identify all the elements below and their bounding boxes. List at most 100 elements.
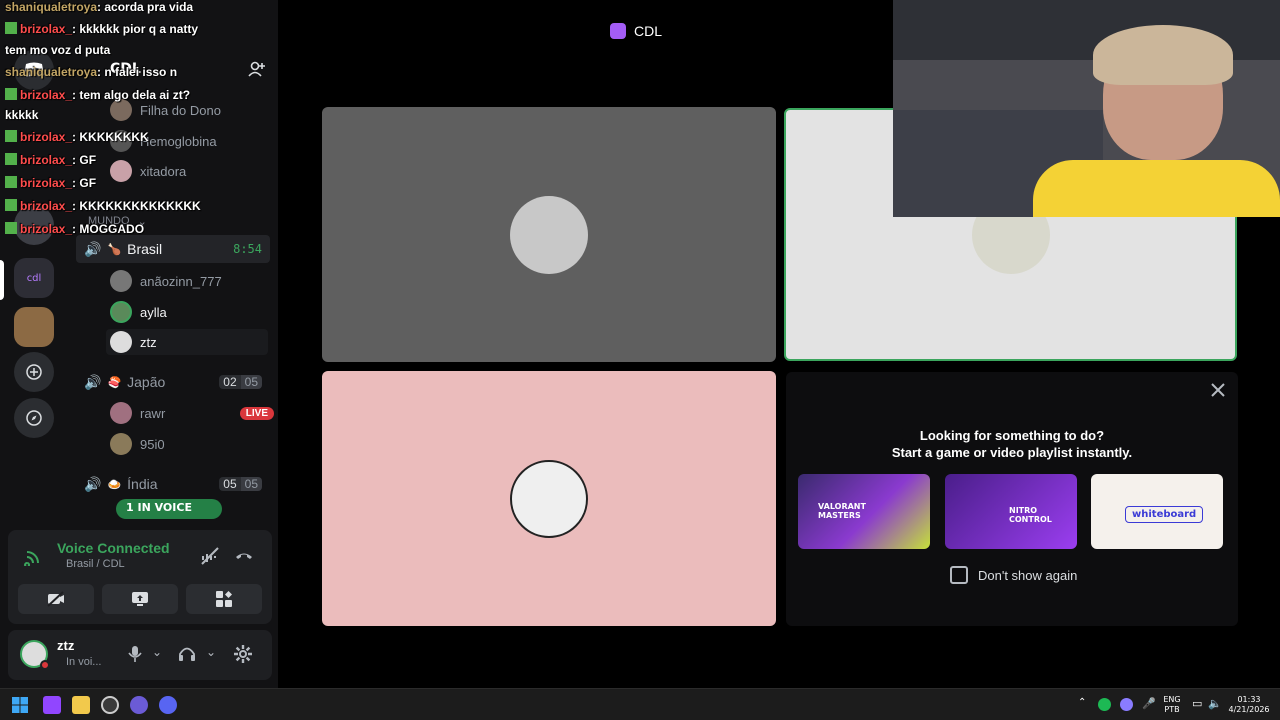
- avatar: [110, 99, 132, 121]
- selected-server-indicator: [0, 260, 4, 300]
- voice-member[interactable]: 95i0: [110, 431, 165, 457]
- avatar: [110, 433, 132, 455]
- signal-icon[interactable]: [24, 546, 44, 566]
- obs-icon[interactable]: [101, 696, 119, 714]
- voice-channel-brasil[interactable]: 🔊 🍗 Brasil 8:54: [76, 235, 270, 263]
- activity-card-label: VALORANT MASTERS: [818, 502, 866, 520]
- chevron-down-icon[interactable]: ⌄: [152, 645, 162, 659]
- voice-member[interactable]: rawr LIVE: [110, 400, 274, 426]
- chat-message: tem mo voz d puta: [5, 43, 111, 57]
- chevron-down-icon[interactable]: ⌄: [206, 645, 216, 659]
- explore-icon[interactable]: [14, 398, 54, 438]
- streamer-shirt: [1033, 160, 1280, 217]
- clock-time: 01:33: [1237, 695, 1261, 704]
- app-icon[interactable]: [130, 696, 148, 714]
- avatar: [110, 160, 132, 182]
- headphones-icon[interactable]: [178, 645, 196, 663]
- twitch-icon[interactable]: [43, 696, 61, 714]
- chat-message: brizolax_: KKKKKKKKKKKKKK: [5, 199, 201, 213]
- member-name: aylla: [140, 304, 167, 320]
- activity-card-nitro-control[interactable]: NITRO CONTROL: [945, 474, 1077, 549]
- subscriber-badge-icon: [5, 88, 17, 100]
- voice-status[interactable]: Voice Connected: [57, 540, 170, 556]
- close-icon[interactable]: [1210, 382, 1226, 398]
- add-server-icon[interactable]: [14, 352, 54, 392]
- activity-card-valorant[interactable]: VALORANT MASTERS: [798, 474, 930, 549]
- user-limit: 05: [240, 477, 262, 491]
- server-cdl-icon[interactable]: cdl: [14, 258, 54, 298]
- avatar: [110, 331, 132, 353]
- voice-channel-india[interactable]: 🔊 🍛 Índia 05 05: [76, 470, 270, 498]
- username[interactable]: ztz: [57, 638, 74, 653]
- windows-taskbar: ⌃ 🎤 ENG PTB ▭ 🔈 01:33 4/21/2026: [0, 688, 1280, 720]
- subscriber-badge-icon: [5, 153, 17, 165]
- flag-icon: 🍗: [107, 243, 122, 256]
- disconnect-icon[interactable]: [234, 548, 254, 564]
- camera-button[interactable]: [18, 584, 94, 614]
- activity-card-whiteboard[interactable]: whiteboard: [1091, 474, 1223, 549]
- file-explorer-icon[interactable]: [72, 696, 90, 714]
- language-indicator[interactable]: ENG PTB: [1162, 695, 1182, 715]
- system-clock[interactable]: 01:33 4/21/2026: [1226, 695, 1272, 715]
- participant-avatar: [510, 195, 588, 274]
- language-secondary: PTB: [1164, 705, 1180, 714]
- voice-location[interactable]: Brasil / CDL: [66, 558, 125, 570]
- microphone-tray-icon[interactable]: 🎤: [1142, 697, 1156, 710]
- voice-member[interactable]: xitadora: [110, 158, 186, 184]
- in-voice-pill[interactable]: 1 IN VOICE: [116, 499, 222, 519]
- chevron-up-icon[interactable]: ⌃: [1078, 697, 1086, 708]
- flag-icon: 🍛: [107, 478, 122, 491]
- subscriber-badge-icon: [5, 176, 17, 188]
- call-timer: 8:54: [233, 242, 262, 256]
- activity-card-label: NITRO CONTROL: [1009, 506, 1052, 524]
- chat-message: brizolax_: MOGGADO: [5, 222, 144, 236]
- network-icon[interactable]: ▭: [1192, 697, 1202, 710]
- activity-prompt-subtitle: Start a game or video playlist instantly…: [891, 445, 1133, 460]
- chat-message: brizolax_: GF: [5, 176, 96, 190]
- user-count: 05: [219, 477, 241, 491]
- activity-card-label: whiteboard: [1125, 506, 1204, 523]
- member-name: rawr: [140, 405, 166, 421]
- voice-member[interactable]: anãozinn_777: [110, 268, 222, 294]
- microphone-icon[interactable]: [128, 645, 142, 663]
- activity-suggestion-panel: Looking for something to do? Start a gam…: [786, 372, 1238, 626]
- screen-share-icon: [132, 592, 148, 606]
- voice-channel-japao[interactable]: 🔊 🍣 Japão 02 05: [76, 368, 270, 396]
- voice-member[interactable]: aylla: [110, 299, 167, 325]
- activities-button[interactable]: [186, 584, 262, 614]
- video-tile[interactable]: [322, 107, 776, 362]
- windows-start-icon[interactable]: [12, 697, 28, 713]
- flag-icon: 🍣: [107, 376, 122, 389]
- chat-message: shaniqualetroya: acorda pra vida: [5, 0, 194, 14]
- volume-icon[interactable]: 🔈: [1208, 697, 1222, 710]
- member-name: anãozinn_777: [140, 273, 222, 289]
- user-limit: 05: [240, 375, 262, 389]
- channel-name: Brasil: [127, 241, 163, 257]
- stage-title: CDL: [634, 23, 663, 39]
- dnd-status-icon: [40, 660, 50, 670]
- member-name: 95i0: [140, 436, 165, 452]
- language-primary: ENG: [1163, 695, 1181, 704]
- member-name: Hemoglobina: [140, 133, 217, 149]
- server-icon[interactable]: [14, 307, 54, 347]
- video-tile[interactable]: [322, 371, 776, 626]
- chat-message: brizolax_: kkkkkk pior q a natty: [5, 22, 198, 36]
- add-member-icon[interactable]: [248, 60, 266, 78]
- spotify-icon[interactable]: [1098, 698, 1111, 711]
- settings-gear-icon[interactable]: [233, 644, 253, 664]
- live-badge: LIVE: [239, 406, 274, 420]
- dont-show-checkbox[interactable]: [950, 566, 968, 584]
- avatar: [110, 402, 132, 424]
- dont-show-again-option[interactable]: Don't show again: [950, 566, 1077, 584]
- screen-share-button[interactable]: [102, 584, 178, 614]
- speaker-icon: 🔊: [84, 373, 102, 390]
- noise-suppression-icon[interactable]: [200, 546, 220, 566]
- user-count: 02: [219, 375, 241, 389]
- voice-member[interactable]: ztz: [106, 329, 268, 355]
- activity-prompt-title: Looking for something to do?: [919, 428, 1105, 443]
- tray-app-icon[interactable]: [1120, 698, 1133, 711]
- dont-show-label: Don't show again: [978, 567, 1078, 583]
- chat-message: shaniqualetroya: n falei isso n: [5, 65, 178, 79]
- speaker-icon: 🔊: [84, 475, 102, 492]
- discord-taskbar-icon[interactable]: [159, 696, 177, 714]
